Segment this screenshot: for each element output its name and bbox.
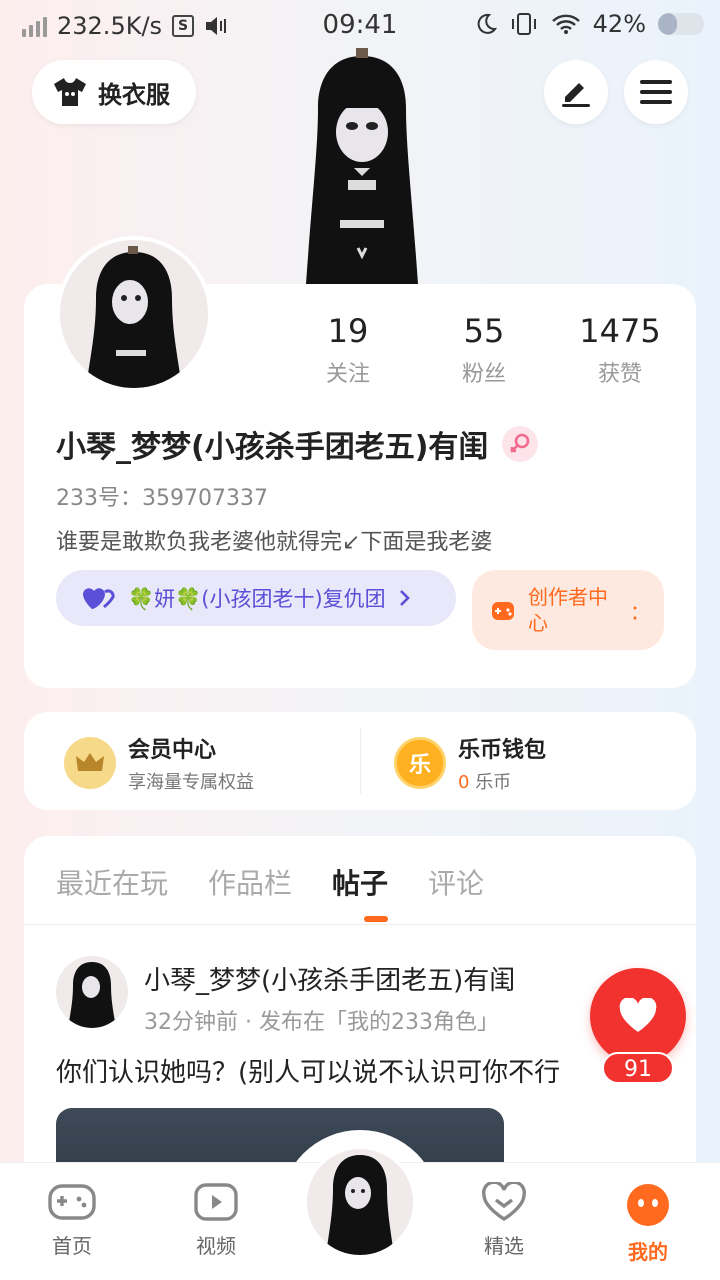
wallet-unit: 乐币 bbox=[475, 772, 512, 793]
nickname-row: 小琴_梦梦(小孩杀手团老五)有闺 bbox=[56, 422, 539, 466]
nav-featured[interactable]: 精选 bbox=[454, 1180, 554, 1259]
wifi-icon bbox=[551, 14, 580, 34]
stat-fans[interactable]: 55 粉丝 bbox=[424, 312, 544, 388]
coin-char: 乐 bbox=[408, 753, 431, 778]
avatar-image bbox=[68, 962, 116, 1028]
pen-icon bbox=[562, 83, 590, 107]
wallet-button[interactable]: 乐 乐币钱包 0 乐币 bbox=[394, 732, 546, 794]
tab-recent-played[interactable]: 最近在玩 bbox=[56, 862, 168, 902]
like-button[interactable] bbox=[590, 968, 686, 1064]
heart-chevron-icon bbox=[482, 1180, 526, 1221]
gamepad-badge-icon bbox=[492, 602, 514, 620]
post-author[interactable]: 小琴_梦梦(小孩杀手团老五)有闺 bbox=[144, 960, 515, 997]
avatar-image bbox=[86, 246, 182, 388]
member-center-button[interactable]: 会员中心 享海量专属权益 bbox=[64, 732, 254, 794]
battery-percent: 42% bbox=[592, 10, 646, 38]
change-outfit-label: 换衣服 bbox=[98, 80, 170, 109]
stat-label: 获赞 bbox=[597, 362, 642, 387]
nav-video[interactable]: 视频 bbox=[166, 1182, 266, 1259]
divider bbox=[24, 924, 696, 925]
post-meta: 32分钟前 · 发布在「我的233角色」 bbox=[144, 1010, 499, 1035]
creator-more: ： bbox=[630, 599, 650, 624]
moon-icon bbox=[477, 13, 497, 34]
tshirt-icon bbox=[54, 78, 86, 106]
menu-button[interactable] bbox=[624, 60, 688, 124]
crown-icon bbox=[64, 737, 116, 789]
post-text[interactable]: 你们认识她吗？(别人可以说不认识可你不行 bbox=[56, 1052, 560, 1089]
avatar-image bbox=[326, 1155, 394, 1255]
nav-label: 精选 bbox=[484, 1234, 524, 1258]
nickname: 小琴_梦梦(小孩杀手团老五)有闺 bbox=[56, 430, 489, 465]
nav-me[interactable]: 我的 bbox=[598, 1182, 698, 1265]
edit-button[interactable] bbox=[544, 60, 608, 124]
chevron-right-icon bbox=[399, 590, 410, 606]
wallet-title: 乐币钱包 bbox=[458, 738, 547, 763]
stat-value: 1475 bbox=[579, 312, 661, 350]
creator-center-button[interactable]: 创作者中心 ： bbox=[472, 570, 664, 650]
nav-label: 我的 bbox=[628, 1240, 668, 1264]
double-heart-icon bbox=[83, 588, 115, 609]
nav-label: 视频 bbox=[196, 1234, 236, 1258]
stat-following[interactable]: 19 关注 bbox=[288, 312, 408, 388]
tab-bar: 最近在玩 作品栏 帖子 评论 bbox=[56, 862, 484, 902]
bio: 谁要是敢欺负我老婆他就得完↙下面是我老婆 bbox=[56, 530, 493, 555]
coin-icon: 乐 bbox=[394, 737, 446, 789]
divider bbox=[360, 728, 361, 794]
post-author-avatar[interactable] bbox=[56, 956, 128, 1028]
group-badge-button[interactable]: 🍀妍🍀(小孩团老十)复仇团 bbox=[56, 570, 456, 626]
creator-label: 创作者中心 bbox=[528, 585, 608, 635]
character-figure[interactable] bbox=[288, 48, 436, 284]
video-play-icon bbox=[194, 1183, 238, 1221]
status-right: 42% bbox=[475, 10, 704, 38]
service-card: 会员中心 享海量专属权益 乐 乐币钱包 0 乐币 bbox=[24, 712, 696, 810]
wallet-balance: 0 乐币 bbox=[458, 768, 546, 794]
member-title: 会员中心 bbox=[128, 738, 217, 763]
wallet-amount: 0 bbox=[458, 772, 470, 793]
group-label: 🍀妍🍀(小孩团老十)复仇团 bbox=[128, 587, 386, 611]
tab-comments[interactable]: 评论 bbox=[428, 862, 484, 902]
user-id: 233号：359707337 bbox=[56, 486, 268, 511]
member-subtitle: 享海量专属权益 bbox=[128, 772, 254, 793]
stat-label: 关注 bbox=[325, 362, 370, 387]
stat-label: 粉丝 bbox=[461, 362, 506, 387]
nav-home[interactable]: 首页 bbox=[22, 1182, 122, 1259]
nav-center-avatar[interactable] bbox=[304, 1146, 416, 1258]
face-icon bbox=[627, 1184, 669, 1226]
status-bar: 232.5K/s S 09:41 42% bbox=[0, 0, 720, 52]
female-icon bbox=[502, 426, 539, 462]
tab-indicator bbox=[364, 916, 388, 922]
stat-likes[interactable]: 1475 获赞 bbox=[560, 312, 680, 388]
menu-icon bbox=[640, 80, 672, 104]
nav-label: 首页 bbox=[52, 1234, 92, 1258]
like-count: 91 bbox=[602, 1052, 674, 1084]
change-outfit-button[interactable]: 换衣服 bbox=[32, 60, 196, 124]
battery-icon bbox=[658, 13, 704, 35]
tab-works[interactable]: 作品栏 bbox=[208, 862, 292, 902]
battery-fill bbox=[658, 13, 678, 35]
stat-value: 19 bbox=[327, 312, 369, 350]
tab-posts[interactable]: 帖子 bbox=[332, 862, 388, 902]
stat-value: 55 bbox=[463, 312, 505, 350]
vibrate-icon bbox=[511, 13, 536, 35]
gamepad-icon bbox=[48, 1184, 96, 1220]
heart-icon bbox=[619, 998, 657, 1032]
profile-avatar[interactable] bbox=[56, 236, 212, 392]
